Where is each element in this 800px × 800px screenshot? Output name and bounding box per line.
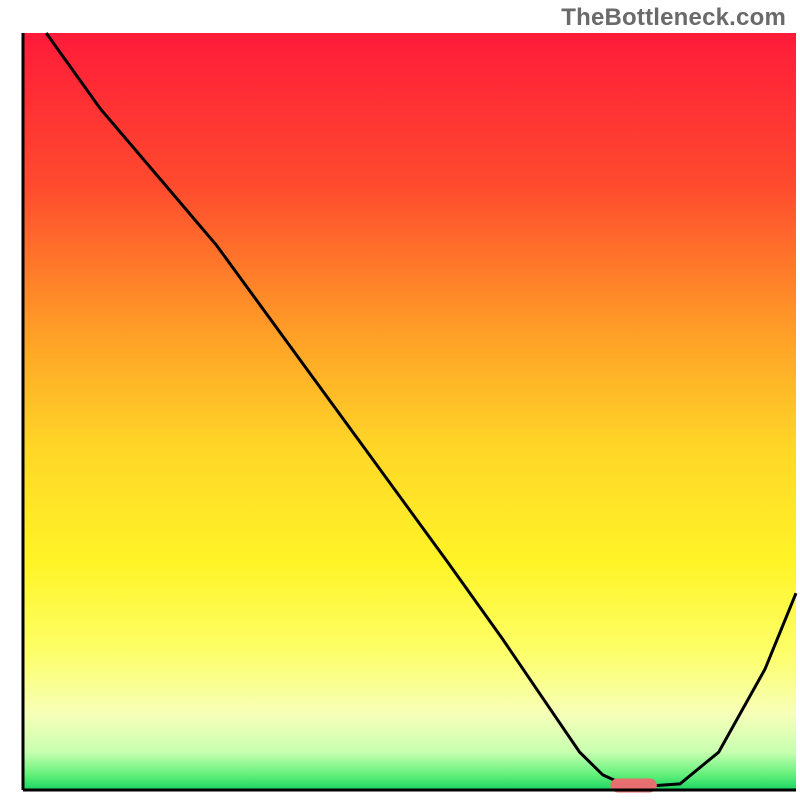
bottleneck-chart bbox=[0, 0, 800, 800]
chart-container: TheBottleneck.com bbox=[0, 0, 800, 800]
plot-background bbox=[23, 33, 796, 790]
